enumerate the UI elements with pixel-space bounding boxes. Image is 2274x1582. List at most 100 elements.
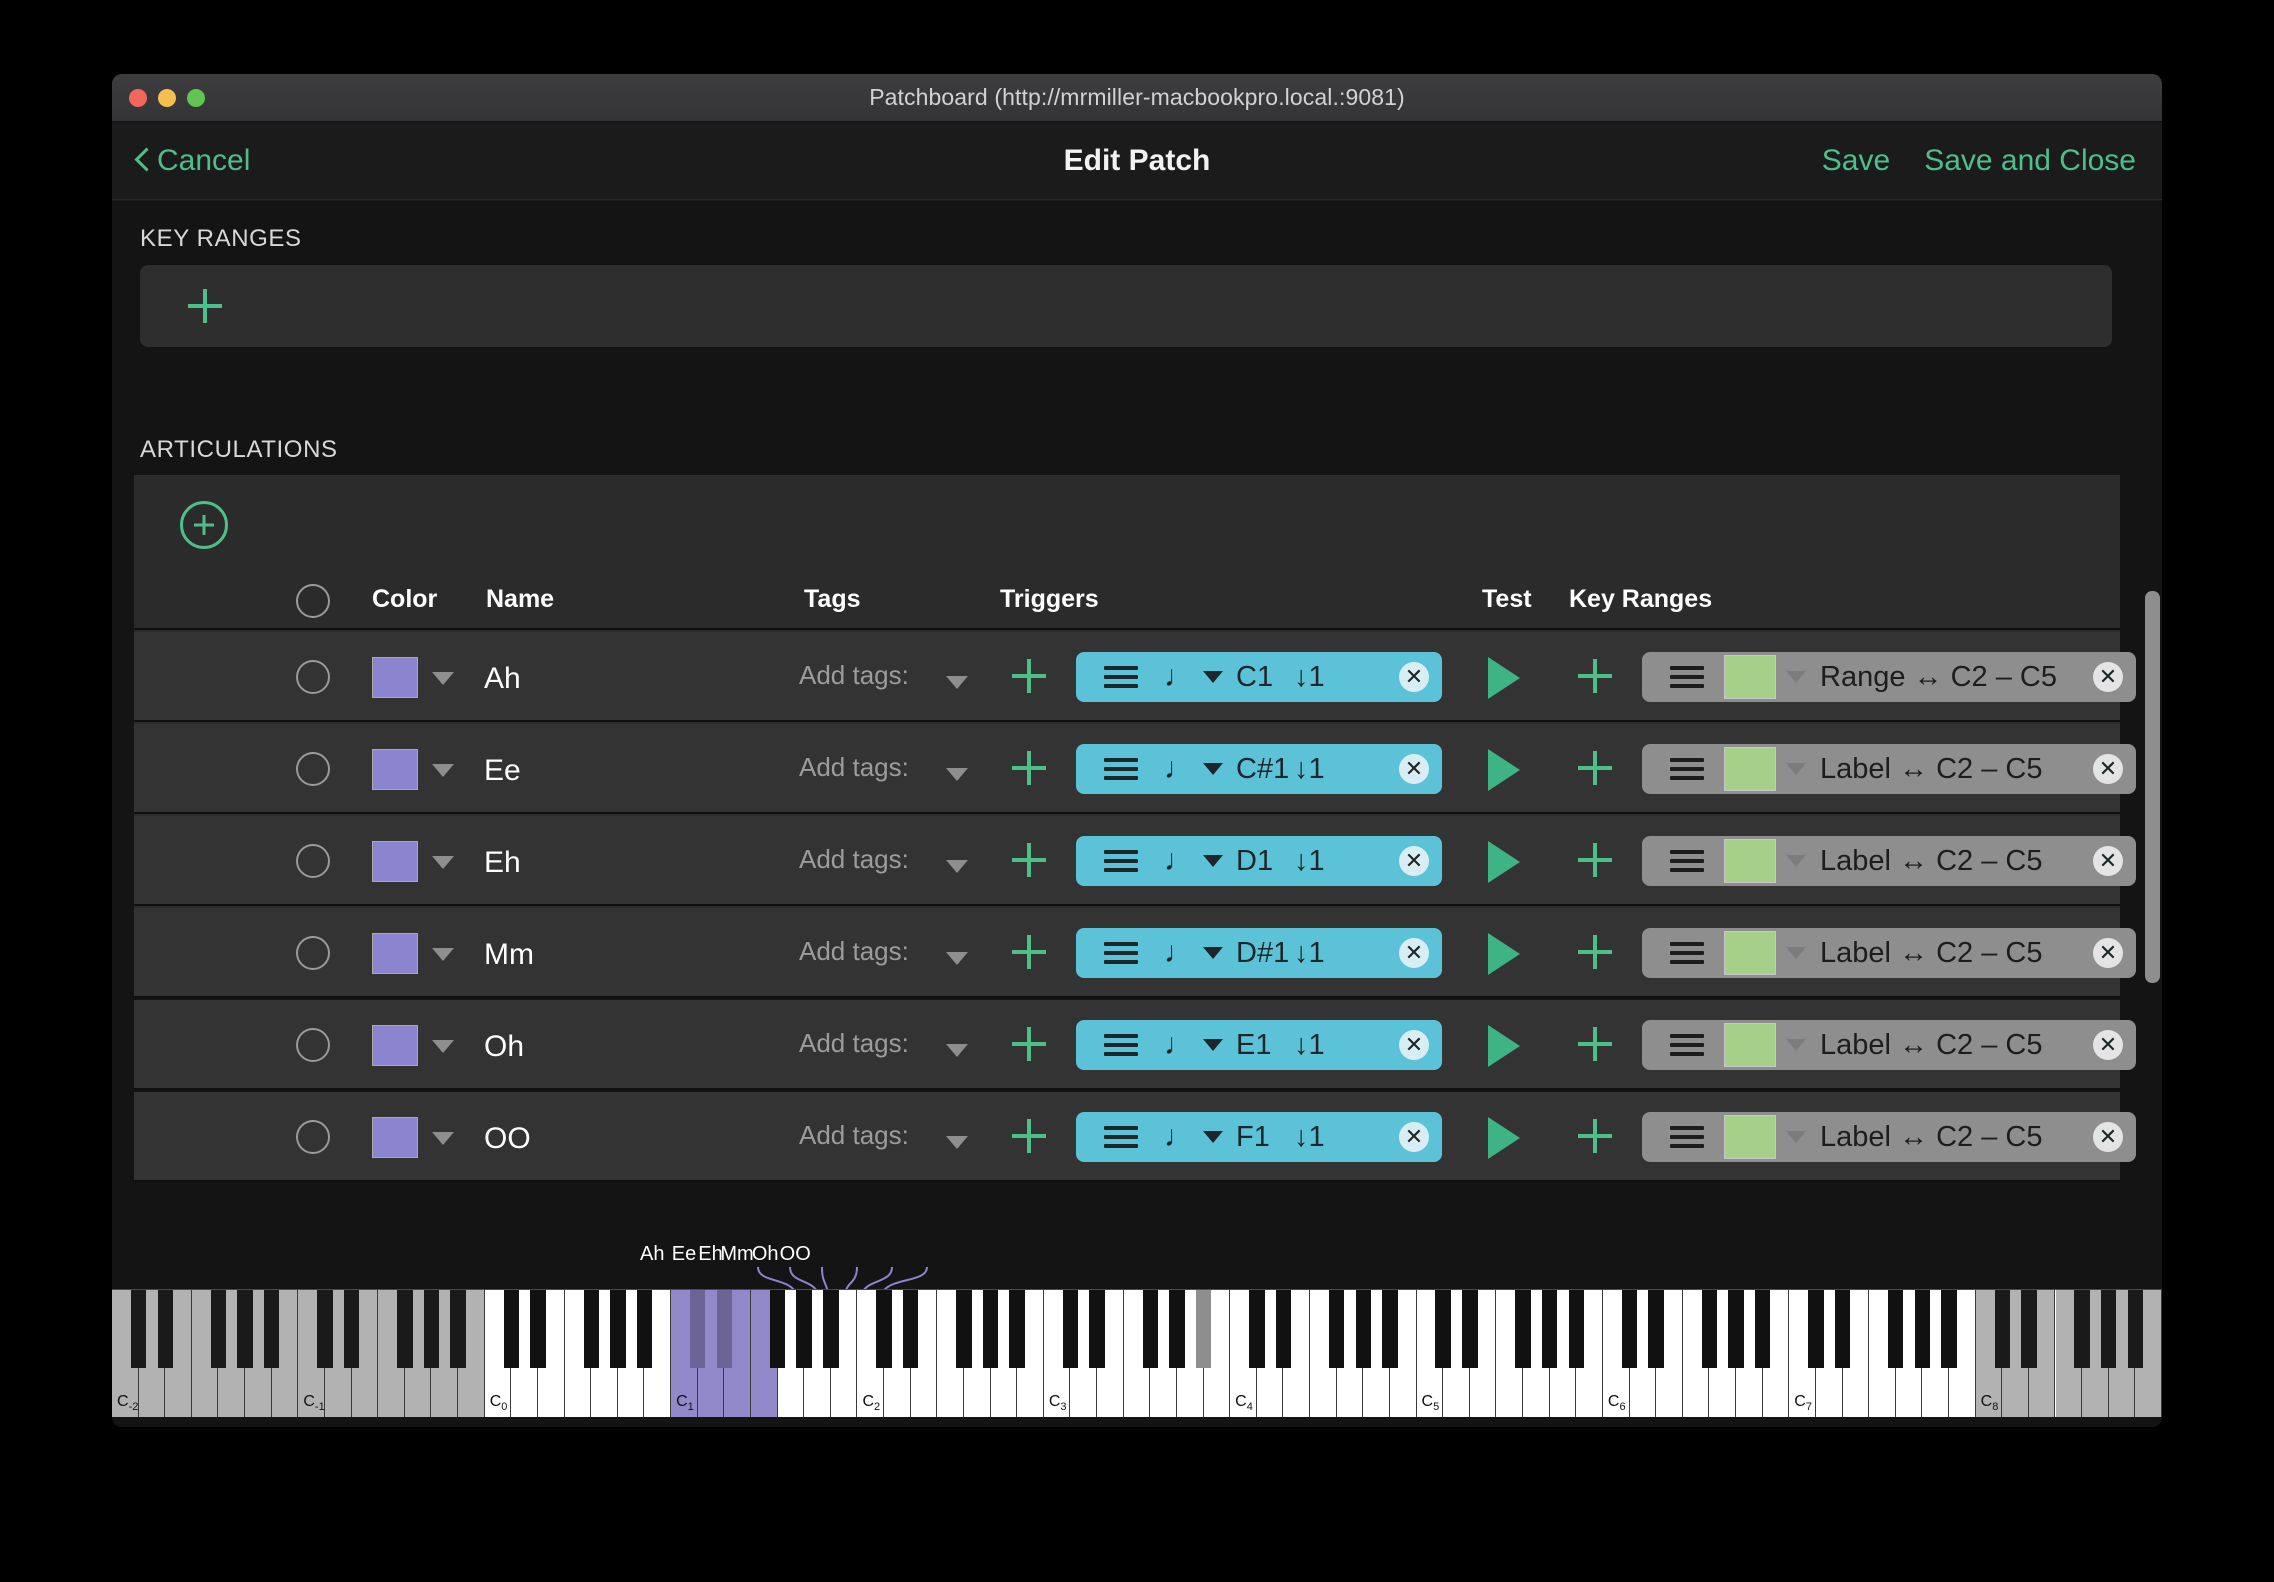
black-key[interactable] [1834, 1290, 1851, 1368]
key-range-text[interactable]: Label ↔ C2 – C5 [1820, 1121, 2042, 1154]
add-articulation-button[interactable] [180, 501, 228, 549]
black-key[interactable] [1249, 1290, 1265, 1368]
key-range-chip[interactable]: Label ↔ C2 – C5 ✕ [1642, 836, 2136, 886]
test-play-button[interactable] [1488, 933, 1520, 975]
black-key[interactable] [397, 1290, 413, 1368]
key-range-chip[interactable]: Label ↔ C2 – C5 ✕ [1642, 928, 2136, 978]
row-name-label[interactable]: Ah [484, 662, 521, 696]
key-range-color-swatch[interactable] [1724, 747, 1776, 791]
add-key-range-plus-icon[interactable] [1578, 659, 1612, 693]
black-key[interactable] [1195, 1290, 1212, 1368]
add-key-range-plus-icon[interactable] [188, 289, 222, 323]
black-key[interactable] [157, 1290, 173, 1368]
black-key[interactable] [583, 1290, 599, 1368]
row-tags-placeholder[interactable]: Add tags: [799, 936, 909, 967]
black-key[interactable] [610, 1290, 626, 1368]
trigger-type-chevron-down-icon[interactable] [1203, 1131, 1223, 1143]
key-ranges-empty-panel[interactable] [140, 265, 2112, 347]
black-key[interactable] [1062, 1290, 1079, 1368]
remove-key-range-close-icon[interactable]: ✕ [2093, 938, 2123, 968]
black-key[interactable] [343, 1290, 360, 1368]
black-key[interactable] [530, 1290, 546, 1368]
trigger-menu-icon[interactable] [1104, 1126, 1138, 1148]
black-key[interactable] [1169, 1290, 1185, 1368]
row-color-swatch[interactable] [372, 841, 418, 882]
black-key[interactable] [1515, 1290, 1531, 1368]
black-key[interactable] [130, 1290, 147, 1368]
test-play-button[interactable] [1488, 1025, 1520, 1067]
key-range-chevron-down-icon[interactable] [1786, 671, 1806, 683]
black-key[interactable] [210, 1290, 227, 1368]
remove-key-range-close-icon[interactable]: ✕ [2093, 846, 2123, 876]
row-color-swatch[interactable] [372, 1025, 418, 1066]
black-key[interactable] [1142, 1290, 1159, 1368]
color-chevron-down-icon[interactable] [432, 672, 454, 685]
key-range-color-swatch[interactable] [1724, 1023, 1776, 1067]
key-range-chevron-down-icon[interactable] [1786, 947, 1806, 959]
key-range-chip[interactable]: Range ↔ C2 – C5 ✕ [1642, 652, 2136, 702]
trigger-velocity-value[interactable]: ↓1 [1294, 661, 1325, 694]
black-key[interactable] [2101, 1290, 2117, 1368]
black-key[interactable] [1701, 1290, 1718, 1368]
row-color-swatch[interactable] [372, 657, 418, 698]
black-key[interactable] [823, 1290, 839, 1368]
row-tags-placeholder[interactable]: Add tags: [799, 660, 909, 691]
trigger-chip[interactable]: ♩ C1 ↓1 ✕ [1076, 652, 1442, 702]
black-key[interactable] [689, 1290, 706, 1368]
black-key[interactable] [636, 1290, 653, 1368]
table-row[interactable]: Ah Add tags: ♩ C1 ↓1 ✕ Range ↔ C2 – C5 ✕ [134, 632, 2136, 722]
key-range-color-swatch[interactable] [1724, 1115, 1776, 1159]
black-key[interactable] [1435, 1290, 1451, 1368]
color-chevron-down-icon[interactable] [432, 764, 454, 777]
piano-keyboard[interactable]: C-2 C-1 C0 C1 C2 C3 C4 C5 C6 C7 C8 [112, 1289, 2162, 1417]
key-range-text[interactable]: Label ↔ C2 – C5 [1820, 845, 2042, 878]
vertical-scrollbar[interactable] [2145, 591, 2160, 983]
black-key[interactable] [503, 1290, 520, 1368]
trigger-menu-icon[interactable] [1104, 850, 1138, 872]
black-key[interactable] [1994, 1290, 2010, 1368]
black-key[interactable] [769, 1290, 786, 1368]
key-range-chevron-down-icon[interactable] [1786, 763, 1806, 775]
row-select-toggle[interactable] [296, 936, 330, 970]
black-key[interactable] [1089, 1290, 1105, 1368]
trigger-menu-icon[interactable] [1104, 942, 1138, 964]
trigger-chip[interactable]: ♩ E1 ↓1 ✕ [1076, 1020, 1442, 1070]
black-key[interactable] [1728, 1290, 1744, 1368]
trigger-velocity-value[interactable]: ↓1 [1294, 753, 1325, 786]
key-range-menu-icon[interactable] [1670, 666, 1704, 688]
trigger-note-value[interactable]: C1 [1236, 661, 1273, 694]
add-trigger-plus-icon[interactable] [1012, 751, 1046, 785]
black-key[interactable] [237, 1290, 253, 1368]
add-trigger-plus-icon[interactable] [1012, 1027, 1046, 1061]
row-tags-placeholder[interactable]: Add tags: [799, 844, 909, 875]
table-row[interactable]: OO Add tags: ♩ F1 ↓1 ✕ Label ↔ C2 – C5 ✕ [134, 1092, 2136, 1182]
remove-key-range-close-icon[interactable]: ✕ [2093, 1122, 2123, 1152]
black-key[interactable] [1754, 1290, 1771, 1368]
key-range-text[interactable]: Label ↔ C2 – C5 [1820, 1029, 2042, 1062]
remove-trigger-close-icon[interactable]: ✕ [1399, 1030, 1429, 1060]
row-select-toggle[interactable] [296, 752, 330, 786]
black-key[interactable] [902, 1290, 919, 1368]
tags-chevron-down-icon[interactable] [946, 1044, 968, 1057]
black-key[interactable] [264, 1290, 280, 1368]
black-key[interactable] [796, 1290, 812, 1368]
remove-key-range-close-icon[interactable]: ✕ [2093, 754, 2123, 784]
trigger-type-chevron-down-icon[interactable] [1203, 855, 1223, 867]
key-range-menu-icon[interactable] [1670, 1034, 1704, 1056]
black-key[interactable] [423, 1290, 440, 1368]
color-chevron-down-icon[interactable] [432, 948, 454, 961]
add-key-range-plus-icon[interactable] [1578, 935, 1612, 969]
tags-chevron-down-icon[interactable] [946, 952, 968, 965]
row-tags-placeholder[interactable]: Add tags: [799, 752, 909, 783]
row-color-swatch[interactable] [372, 749, 418, 790]
remove-trigger-close-icon[interactable]: ✕ [1399, 846, 1429, 876]
add-key-range-plus-icon[interactable] [1578, 843, 1612, 877]
black-key[interactable] [2021, 1290, 2037, 1368]
trigger-type-chevron-down-icon[interactable] [1203, 671, 1223, 683]
test-play-button[interactable] [1488, 657, 1520, 699]
trigger-note-value[interactable]: E1 [1236, 1029, 1271, 1062]
tags-chevron-down-icon[interactable] [946, 676, 968, 689]
row-name-label[interactable]: OO [484, 1122, 531, 1156]
key-range-color-swatch[interactable] [1724, 839, 1776, 883]
select-all-toggle[interactable] [296, 584, 330, 618]
